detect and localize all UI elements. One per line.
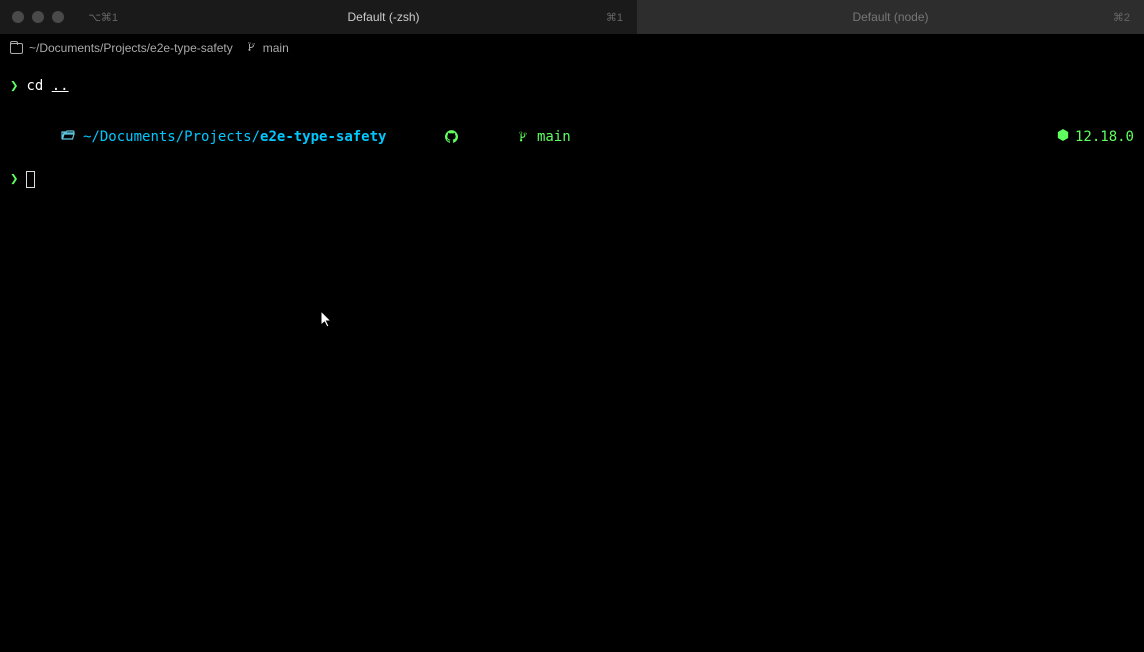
github-icon	[395, 106, 459, 167]
branch-icon	[467, 106, 529, 167]
terminal-area[interactable]: ❯ cd .. ~/Documents/Projects/e2e-type-sa…	[0, 62, 1144, 203]
tab-shortcut: ⌘1	[606, 11, 623, 24]
path-text: ~/Documents/Projects/e2e-type-safety	[29, 41, 233, 55]
mouse-pointer-icon	[320, 310, 334, 330]
tab-bar: Default (-zsh) ⌘1 Default (node) ⌘2	[130, 0, 1144, 34]
command-text: cd ..	[26, 76, 68, 96]
titlebar: ⌥⌘1 Default (-zsh) ⌘1 Default (node) ⌘2	[0, 0, 1144, 34]
path-segment-folder[interactable]: ~/Documents/Projects/e2e-type-safety	[10, 41, 233, 55]
zoom-window-button[interactable]	[52, 11, 64, 23]
path-bar: ~/Documents/Projects/e2e-type-safety mai…	[0, 34, 1144, 62]
minimize-window-button[interactable]	[32, 11, 44, 23]
window-controls: ⌥⌘1	[0, 0, 130, 34]
tab-label: Default (-zsh)	[347, 10, 419, 24]
prompt-dir-name: e2e-type-safety	[260, 127, 386, 147]
prompt-chevron-icon: ❯	[10, 169, 18, 189]
prompt-right-info: 12.18.0	[990, 106, 1134, 167]
prompt-input-line[interactable]: ❯	[10, 169, 1134, 189]
tab-default-zsh[interactable]: Default (-zsh) ⌘1	[130, 0, 637, 34]
prompt-path-prefix: ~/Documents/Projects/	[83, 127, 260, 147]
text-cursor	[26, 171, 35, 188]
branch-text: main	[263, 41, 289, 55]
history-line: ❯ cd ..	[10, 76, 1134, 96]
node-version: 12.18.0	[1075, 127, 1134, 147]
prompt-branch-name: main	[537, 127, 571, 147]
branch-icon	[247, 41, 257, 56]
prompt-status-line: ~/Documents/Projects/e2e-type-safety mai…	[10, 106, 1134, 167]
tab-shortcut: ⌘2	[1113, 11, 1130, 24]
prompt-chevron-icon: ❯	[10, 76, 18, 96]
path-segment-branch[interactable]: main	[247, 41, 289, 56]
tab-label: Default (node)	[852, 10, 928, 24]
close-window-button[interactable]	[12, 11, 24, 23]
tab-default-node[interactable]: Default (node) ⌘2	[637, 0, 1144, 34]
folder-icon	[10, 43, 23, 54]
new-tab-hint: ⌥⌘1	[88, 11, 118, 24]
folder-open-icon	[10, 106, 75, 167]
node-icon	[990, 106, 1069, 167]
